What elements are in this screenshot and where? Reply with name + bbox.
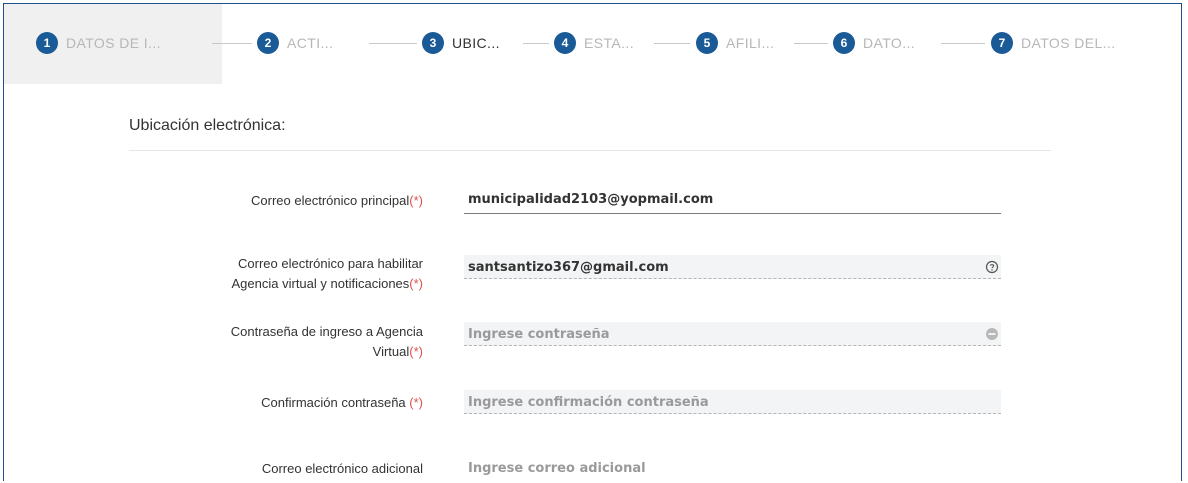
email-principal-label: Correo electrónico principal(*)	[123, 189, 423, 213]
step-connector	[369, 43, 417, 44]
wizard-panel: 1 DATOS DE I... 2 ACTI... 3 UBIC... 4 ES…	[3, 3, 1182, 481]
step-number: 2	[257, 32, 279, 54]
email-adicional-input[interactable]	[464, 456, 1001, 480]
step-7[interactable]: 7 DATOS DEL...	[991, 31, 1116, 55]
email-agencia-input[interactable]	[464, 255, 974, 279]
help-circle-icon[interactable]	[985, 260, 999, 274]
password-confirm-input[interactable]	[464, 390, 974, 414]
step-1[interactable]: 1 DATOS DE I...	[36, 31, 161, 55]
step-label: ACTI...	[287, 35, 334, 51]
label-line-2: Virtual	[372, 344, 410, 359]
step-6[interactable]: 6 DATO...	[833, 31, 915, 55]
step-number: 3	[422, 32, 444, 54]
password-field[interactable]	[464, 322, 1001, 346]
password-confirm-label: Confirmación contraseña (*)	[123, 391, 423, 415]
step-number: 5	[696, 32, 718, 54]
required-mark: (*)	[409, 344, 423, 359]
password-input[interactable]	[464, 322, 974, 346]
step-connector	[941, 43, 985, 44]
section-title: Ubicación electrónica:	[129, 117, 286, 134]
password-confirm-field[interactable]	[464, 390, 1001, 414]
email-principal-field[interactable]	[464, 187, 1001, 214]
step-label: DATOS DE I...	[66, 35, 161, 51]
label-line-1: Contraseña de ingreso a Agencia	[230, 324, 423, 339]
step-3[interactable]: 3 UBIC...	[422, 31, 500, 55]
step-connector	[794, 43, 828, 44]
step-label: AFILI...	[726, 35, 775, 51]
stepper: 1 DATOS DE I... 2 ACTI... 3 UBIC... 4 ES…	[4, 4, 1181, 84]
section-divider	[129, 150, 1051, 151]
step-label: UBIC...	[452, 35, 500, 51]
email-agencia-field[interactable]	[464, 255, 1001, 279]
step-4[interactable]: 4 ESTA...	[554, 31, 634, 55]
step-connector	[654, 43, 690, 44]
step-number: 4	[554, 32, 576, 54]
label-text: Correo electrónico principal	[251, 193, 410, 208]
label-line-1: Correo electrónico para habilitar	[238, 256, 423, 271]
step-number: 1	[36, 32, 58, 54]
email-adicional-label: Correo electrónico adicional	[123, 457, 423, 481]
step-connector	[523, 43, 549, 44]
required-mark: (*)	[409, 395, 423, 410]
step-label: DATOS DEL...	[1021, 35, 1116, 51]
step-number: 6	[833, 32, 855, 54]
email-principal-input[interactable]	[464, 187, 1001, 211]
label-line-2: Agencia virtual y notificaciones	[231, 276, 410, 291]
email-agencia-label: Correo electrónico para habilitar Agenci…	[123, 254, 423, 294]
step-5[interactable]: 5 AFILI...	[696, 31, 774, 55]
password-label: Contraseña de ingreso a Agencia Virtual(…	[123, 322, 423, 366]
label-text: Correo electrónico adicional	[261, 461, 423, 476]
required-mark: (*)	[409, 276, 423, 291]
step-connector	[212, 43, 252, 44]
minus-circle-icon[interactable]	[985, 327, 999, 341]
step-2[interactable]: 2 ACTI...	[257, 31, 333, 55]
step-label: ESTA...	[584, 35, 634, 51]
step-number: 7	[991, 32, 1013, 54]
label-text: Confirmación contraseña	[261, 395, 410, 410]
step-label: DATO...	[863, 35, 916, 51]
email-adicional-field[interactable]	[464, 456, 1001, 480]
required-mark: (*)	[409, 193, 423, 208]
